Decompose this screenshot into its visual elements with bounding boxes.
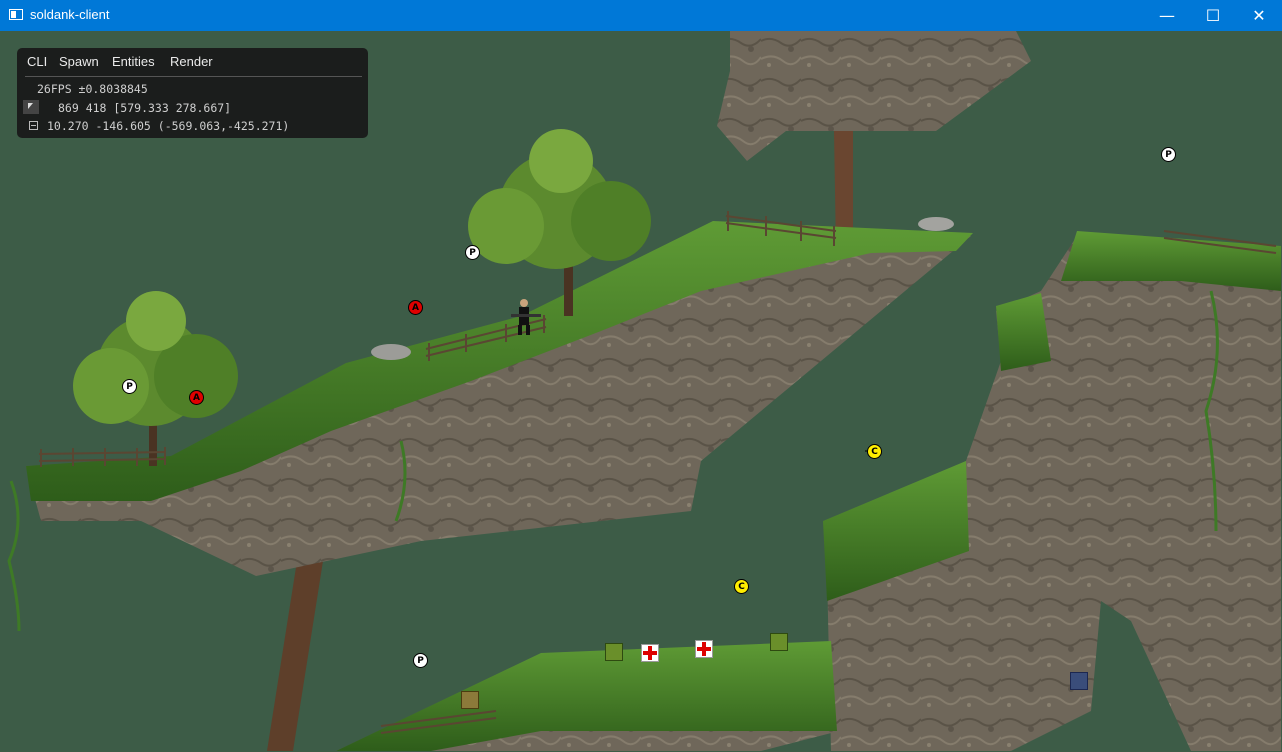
close-button[interactable]: ✕ [1236, 0, 1282, 31]
menu-entities[interactable]: Entities [112, 54, 155, 69]
marker-letter: C [871, 446, 878, 457]
menu-spawn[interactable]: Spawn [59, 54, 99, 69]
cursor-icon [23, 100, 39, 114]
minimize-icon: — [1159, 6, 1175, 25]
sheep [918, 217, 954, 231]
hud-menu-bar: CLI Spawn Entities Render [17, 48, 368, 76]
menu-cli[interactable]: CLI [27, 54, 47, 69]
sheep [371, 344, 411, 360]
marker-letter: A [193, 392, 200, 403]
player-spawn-marker: P [413, 653, 428, 668]
minimize-button[interactable]: — [1144, 0, 1190, 31]
debug-hud: CLI Spawn Entities Render 26FPS ±0.80388… [17, 48, 368, 138]
world-icon [29, 121, 38, 130]
player-spawn-marker: P [1161, 147, 1176, 162]
marker-letter: P [126, 381, 133, 392]
alpha-spawn-marker: A [408, 300, 423, 315]
player-spawn-marker: P [122, 379, 137, 394]
game-viewport[interactable]: P P P P A A C C [1, 31, 1281, 751]
vest-kit-icon [1070, 672, 1088, 690]
window-title: soldank-client [30, 7, 110, 22]
medikit-icon [641, 644, 659, 662]
menu-render[interactable]: Render [170, 54, 213, 69]
marker-letter: C [738, 581, 745, 592]
rock-overhang [717, 31, 1031, 161]
grenade-kit-icon [605, 643, 623, 661]
maximize-icon: ☐ [1205, 6, 1221, 25]
c-marker: C [734, 579, 749, 594]
hud-separator [25, 76, 362, 77]
medikit-icon [695, 640, 713, 658]
marker-letter: P [469, 247, 476, 258]
alpha-spawn-marker: A [189, 390, 204, 405]
window-titlebar: soldank-client — ☐ ✕ [0, 0, 1282, 31]
flamer-kit-icon [461, 691, 479, 709]
marker-letter: A [412, 302, 419, 313]
maximize-button[interactable]: ☐ [1190, 0, 1236, 31]
marker-letter: P [417, 655, 424, 666]
fps-readout: 26FPS ±0.8038845 [37, 82, 148, 96]
marker-letter: P [1165, 149, 1172, 160]
wooden-pole [267, 561, 323, 751]
player-spawn-marker: P [465, 245, 480, 260]
grenade-kit-icon [770, 633, 788, 651]
app-icon [9, 9, 23, 20]
c-marker: C [867, 444, 882, 459]
mouse-position-readout: 869 418 [579.333 278.667] [58, 101, 232, 115]
world-position-readout: 10.270 -146.605 (-569.063,-425.271) [47, 119, 290, 133]
close-icon: ✕ [1252, 6, 1266, 25]
